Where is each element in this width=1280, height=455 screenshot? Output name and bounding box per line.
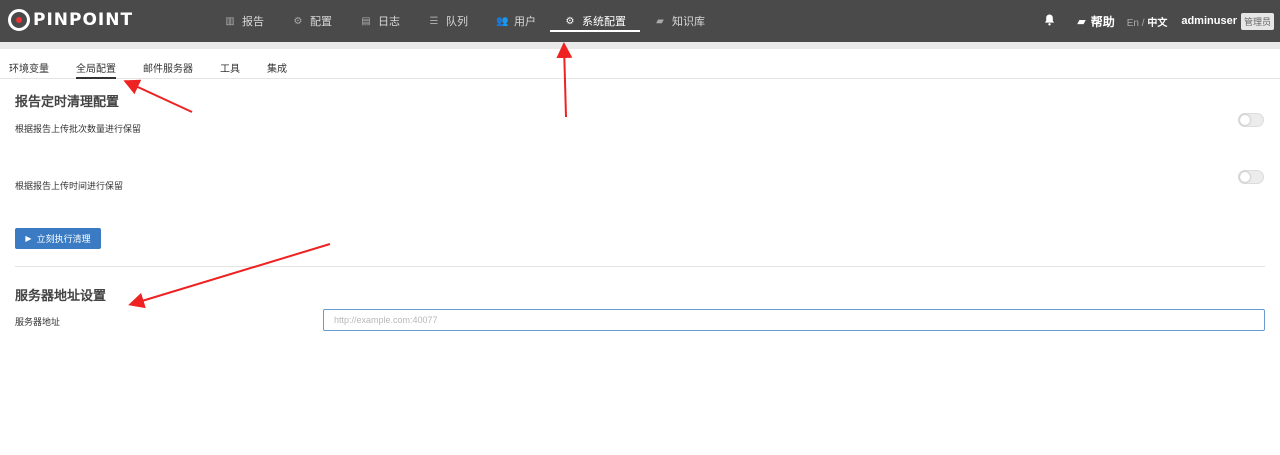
- tab-integration[interactable]: 集成: [267, 54, 287, 79]
- retain-by-count-label: 根据报告上传批次数量进行保留: [15, 124, 142, 134]
- retain-by-count-toggle[interactable]: [1238, 113, 1264, 127]
- server-address-label: 服务器地址: [15, 317, 61, 327]
- gear-icon: ⚙: [293, 15, 303, 27]
- brand-name: PINPOINT: [33, 10, 134, 30]
- list-icon: ☰: [429, 15, 439, 27]
- section-divider: [15, 266, 1265, 267]
- document-icon: ▤: [361, 15, 371, 27]
- retain-by-time-toggle[interactable]: [1238, 170, 1264, 184]
- bar-chart-icon: ▥: [225, 15, 235, 27]
- nav-item-config[interactable]: ⚙ 配置: [278, 0, 346, 42]
- nav-item-label: 知识库: [672, 16, 705, 28]
- top-navbar: PINPOINT ▥ 报告 ⚙ 配置 ▤ 日志 ☰ 队列 👥 用户 ⚙ 系统配置…: [0, 0, 1280, 42]
- main-nav: ▥ 报告 ⚙ 配置 ▤ 日志 ☰ 队列 👥 用户 ⚙ 系统配置 ▰ 知识库: [210, 0, 719, 42]
- cleanup-section-title: 报告定时清理配置: [15, 94, 120, 109]
- users-icon: 👥: [496, 15, 509, 27]
- language-switcher[interactable]: En / 中文: [1127, 14, 1168, 29]
- cog-icon: ⚙: [565, 15, 575, 27]
- tab-tools[interactable]: 工具: [220, 54, 240, 79]
- nav-item-logs[interactable]: ▤ 日志: [346, 0, 414, 42]
- nav-item-label: 系统配置: [582, 16, 626, 28]
- nav-item-label: 队列: [446, 16, 468, 28]
- nav-item-label: 配置: [310, 16, 332, 28]
- server-address-input[interactable]: [323, 309, 1265, 331]
- nav-item-system-config[interactable]: ⚙ 系统配置: [550, 0, 640, 42]
- run-cleanup-label: 立刻执行清理: [36, 234, 91, 244]
- tab-global-config[interactable]: 全局配置: [76, 54, 116, 79]
- tab-mail-server[interactable]: 邮件服务器: [143, 54, 193, 79]
- book-icon: ▰: [656, 15, 664, 27]
- lang-en[interactable]: En: [1127, 18, 1139, 29]
- nav-right: ▰ 帮助 En / 中文 adminuser 管理员: [1044, 0, 1280, 42]
- nav-item-users[interactable]: 👥 用户: [482, 0, 550, 42]
- retain-by-time-label: 根据报告上传时间进行保留: [15, 181, 124, 191]
- help-label: 帮助: [1090, 14, 1115, 29]
- nav-item-label: 报告: [242, 16, 264, 28]
- nav-item-queue[interactable]: ☰ 队列: [414, 0, 482, 42]
- play-icon: ▶: [25, 234, 32, 243]
- book-icon: ▰: [1077, 15, 1086, 28]
- run-cleanup-button[interactable]: ▶ 立刻执行清理: [15, 228, 101, 249]
- username[interactable]: adminuser: [1181, 15, 1237, 27]
- pinpoint-logo[interactable]: PINPOINT: [8, 8, 133, 32]
- arrow-to-server-section: [128, 243, 331, 309]
- arrow-to-global-config-tab: [123, 79, 193, 113]
- help-link[interactable]: ▰ 帮助: [1077, 13, 1114, 30]
- role-badge: 管理员: [1240, 12, 1274, 30]
- nav-item-label: 用户: [514, 16, 536, 28]
- settings-tabs: 环境变量 全局配置 邮件服务器 工具 集成: [0, 54, 1280, 79]
- bell-icon[interactable]: [1044, 14, 1055, 29]
- tab-environment-variables[interactable]: 环境变量: [9, 54, 49, 79]
- server-section-title: 服务器地址设置: [15, 288, 107, 303]
- nav-item-reports[interactable]: ▥ 报告: [210, 0, 278, 42]
- pinpoint-logo-icon: [8, 9, 30, 31]
- nav-item-label: 日志: [378, 16, 400, 28]
- nav-item-knowledge-base[interactable]: ▰ 知识库: [640, 0, 719, 42]
- lang-zh[interactable]: 中文: [1147, 18, 1167, 29]
- navbar-subbar: [0, 42, 1280, 49]
